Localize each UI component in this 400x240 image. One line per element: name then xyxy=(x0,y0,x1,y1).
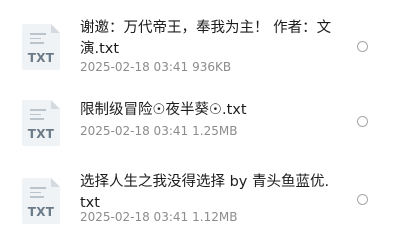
select-radio[interactable] xyxy=(357,41,368,52)
txt-file-icon: TXT xyxy=(22,178,60,224)
file-type-label: TXT xyxy=(27,51,55,65)
file-type-label: TXT xyxy=(27,205,55,219)
txt-file-icon: TXT xyxy=(22,24,60,70)
select-radio[interactable] xyxy=(357,116,368,127)
file-date: 2025-02-18 03:41 xyxy=(80,124,189,138)
file-size: 936KB xyxy=(192,60,232,74)
file-size: 1.25MB xyxy=(192,124,238,138)
select-radio[interactable] xyxy=(357,194,368,205)
file-date: 2025-02-18 03:41 xyxy=(80,210,189,224)
file-row[interactable]: TXT 限制级冒险☉夜半葵☉.txt 2025-02-18 03:41 1.25M… xyxy=(0,96,400,158)
file-type-label: TXT xyxy=(27,127,55,141)
file-meta: 2025-02-18 03:41 1.12MB xyxy=(80,210,237,224)
file-row[interactable]: TXT 选择人生之我没得选择 by 青头鱼蓝优.txt 2025-02-18 0… xyxy=(0,170,400,230)
file-list: TXT 谢邀：万代帝王，奉我为主！ 作者：文演.txt 2025-02-18 0… xyxy=(0,0,400,230)
file-meta: 2025-02-18 03:41 936KB xyxy=(80,60,231,74)
file-name: 谢邀：万代帝王，奉我为主！ 作者：文演.txt xyxy=(80,20,332,57)
file-name: 限制级冒险☉夜半葵☉.txt xyxy=(80,102,247,118)
file-size: 1.12MB xyxy=(192,210,238,224)
txt-file-icon: TXT xyxy=(22,100,60,146)
file-meta: 2025-02-18 03:41 1.25MB xyxy=(80,124,237,138)
file-date: 2025-02-18 03:41 xyxy=(80,60,189,74)
file-name: 选择人生之我没得选择 by 青头鱼蓝优.txt xyxy=(80,174,330,211)
file-row[interactable]: TXT 谢邀：万代帝王，奉我为主！ 作者：文演.txt 2025-02-18 0… xyxy=(0,14,400,84)
